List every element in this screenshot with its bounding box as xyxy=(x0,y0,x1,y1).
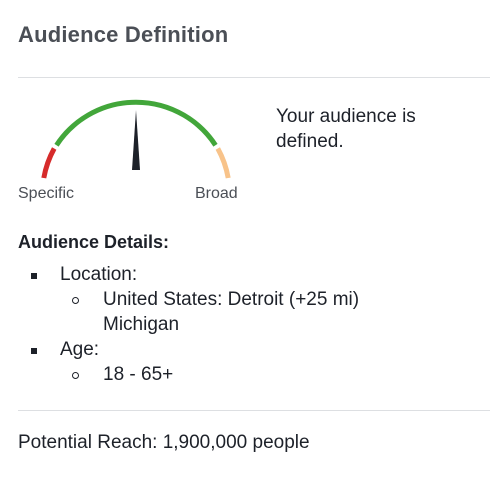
potential-reach: Potential Reach: 1,900,000 people xyxy=(18,432,310,453)
list-item-location: Location: xyxy=(18,262,488,287)
header-divider xyxy=(18,77,490,78)
list-item-location-value: United States: Detroit (+25 mi) xyxy=(18,287,488,312)
page-title: Audience Definition xyxy=(18,22,229,47)
gauge-needle xyxy=(132,110,140,170)
audience-status-text: Your audience is defined. xyxy=(276,106,416,152)
location-label: Location: xyxy=(60,264,138,285)
gauge-segment-specific xyxy=(41,147,57,179)
audience-details-list: Location: United States: Detroit (+25 mi… xyxy=(18,262,488,387)
footer-divider xyxy=(18,410,490,411)
age-label: Age: xyxy=(60,339,100,360)
gauge-label-broad: Broad xyxy=(195,185,238,202)
square-bullet-icon xyxy=(31,348,37,354)
circle-bullet-icon xyxy=(72,297,79,304)
audience-details-heading: Audience Details: xyxy=(18,232,170,252)
list-item-age: Age: xyxy=(18,337,488,362)
audience-size-gauge: Specific Broad xyxy=(18,98,258,208)
list-item-location-region: Michigan xyxy=(18,312,488,337)
age-value: 18 - 65+ xyxy=(103,364,174,385)
list-item-age-value: 18 - 65+ xyxy=(18,362,488,387)
gauge-graphic xyxy=(41,99,231,179)
gauge-segment-broad xyxy=(215,147,231,179)
location-value: United States: Detroit (+25 mi) xyxy=(103,289,360,310)
gauge-label-specific: Specific xyxy=(18,185,75,202)
square-bullet-icon xyxy=(31,273,37,279)
location-region: Michigan xyxy=(103,314,180,335)
circle-bullet-icon xyxy=(72,372,79,379)
